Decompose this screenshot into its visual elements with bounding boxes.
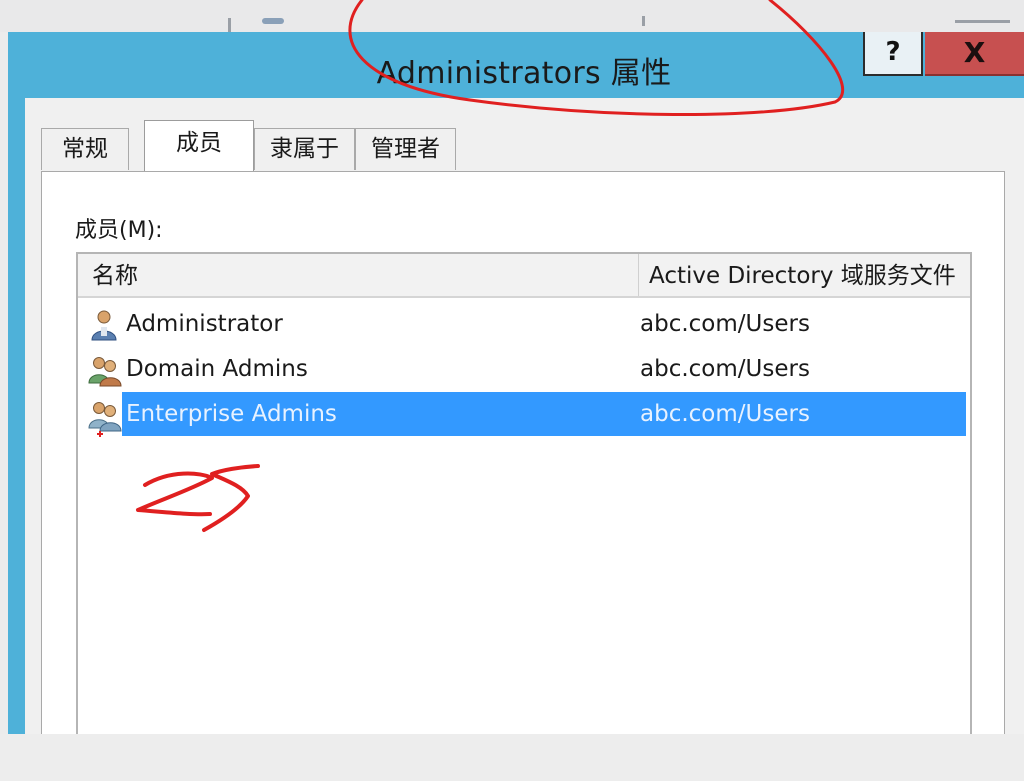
- background-mark: [228, 18, 231, 32]
- title-bar[interactable]: Administrators 属性 ? X: [8, 32, 1024, 98]
- dialog-client-area: 常规 成员 隶属于 管理者 成员(M): 名称 Active Directory…: [25, 98, 1024, 772]
- background-strip-bottom: [0, 734, 1024, 781]
- member-name: Administrator: [126, 311, 283, 337]
- background-window-strip: [0, 0, 1024, 32]
- members-tab-panel: 成员(M): 名称 Active Directory 域服务文件 Adminis…: [41, 171, 1005, 772]
- background-mark: [642, 16, 645, 26]
- list-item[interactable]: Domain Admins abc.com/Users: [78, 347, 970, 391]
- column-header-name[interactable]: 名称: [92, 254, 612, 296]
- list-item[interactable]: Administrator abc.com/Users: [78, 302, 970, 346]
- help-button[interactable]: ?: [863, 32, 923, 76]
- properties-dialog: Administrators 属性 ? X 常规 成员 隶属于 管理者 成员(M…: [8, 32, 1024, 772]
- member-folder: abc.com/Users: [640, 401, 810, 427]
- tab-general[interactable]: 常规: [41, 128, 129, 170]
- member-name: Enterprise Admins: [126, 401, 337, 427]
- tab-member-of[interactable]: 隶属于: [254, 128, 355, 170]
- tab-managed-by[interactable]: 管理者: [355, 128, 456, 170]
- group-icon: [88, 357, 122, 387]
- background-mark: [955, 20, 1010, 23]
- tab-members[interactable]: 成员: [144, 120, 254, 171]
- close-button[interactable]: X: [925, 32, 1024, 76]
- members-list[interactable]: 名称 Active Directory 域服务文件 Administrator …: [76, 252, 972, 772]
- list-header: 名称 Active Directory 域服务文件: [78, 254, 970, 298]
- member-folder: abc.com/Users: [640, 356, 810, 382]
- member-folder: abc.com/Users: [640, 311, 810, 337]
- list-item-selected[interactable]: Enterprise Admins abc.com/Users: [78, 392, 970, 437]
- group-icon: [88, 402, 122, 437]
- background-mark: [262, 18, 284, 24]
- member-name: Domain Admins: [126, 356, 308, 382]
- user-icon: [91, 310, 117, 341]
- members-label: 成员(M):: [75, 218, 163, 243]
- column-header-ad-folder[interactable]: Active Directory 域服务文件: [638, 254, 970, 296]
